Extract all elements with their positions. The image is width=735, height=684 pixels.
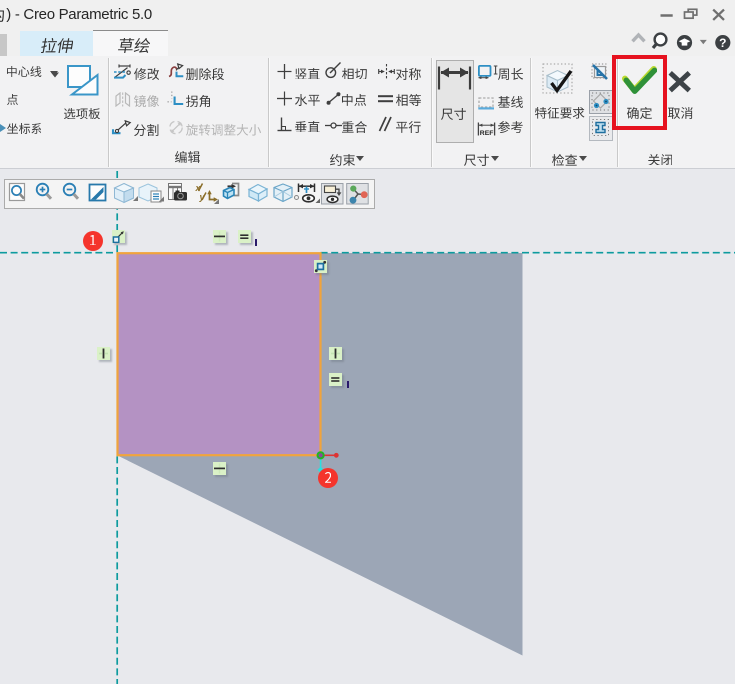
svg-text:?: ? <box>719 36 726 50</box>
svg-text:REF: REF <box>480 130 494 137</box>
svg-text:y: y <box>199 192 206 202</box>
